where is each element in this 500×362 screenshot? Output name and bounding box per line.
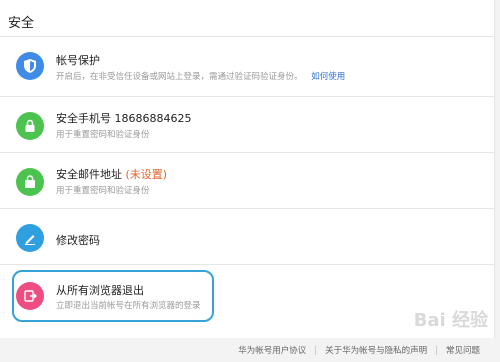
item-title-text: 安全邮件地址: [56, 168, 122, 181]
security-panel: 安全 帐号保护 开启后，在非受信任设备或网站上登录，需通过验证码验证身份。 如何…: [0, 0, 495, 338]
divider: [0, 96, 494, 97]
shield-icon: [16, 52, 44, 80]
item-title: 安全邮件地址 (未设置): [56, 166, 167, 182]
bag-icon: [16, 168, 44, 196]
divider: [0, 36, 494, 37]
item-desc: 开启后，在非受信任设备或网站上登录，需通过验证码验证身份。 如何使用: [56, 70, 345, 82]
security-phone-item[interactable]: 安全手机号 18686884625 用于重置密码和验证身份: [0, 98, 494, 156]
section-title: 安全: [8, 16, 35, 31]
footer-links: 华为帐号用户协议 | 关于华为帐号与隐私的声明 | 常见问题: [230, 344, 488, 356]
item-title: 安全手机号 18686884625: [56, 112, 192, 125]
divider: [0, 208, 494, 209]
security-email-item[interactable]: 安全邮件地址 (未设置) 用于重置密码和验证身份: [0, 154, 494, 212]
change-password-item[interactable]: 修改密码: [0, 210, 494, 268]
lock-icon: [16, 112, 44, 140]
status-badge: (未设置): [125, 168, 168, 181]
user-agreement-link[interactable]: 华为帐号用户协议: [230, 346, 314, 356]
divider: [0, 152, 494, 153]
account-protection-item[interactable]: 帐号保护 开启后，在非受信任设备或网站上登录，需通过验证码验证身份。 如何使用: [0, 40, 494, 98]
item-desc-text: 开启后，在非受信任设备或网站上登录，需通过验证码验证身份。: [56, 72, 303, 82]
item-title: 修改密码: [56, 234, 100, 247]
how-to-use-link[interactable]: 如何使用: [311, 72, 345, 82]
item-title: 帐号保护: [56, 54, 100, 67]
faq-link[interactable]: 常见问题: [438, 346, 488, 356]
pencil-icon: [16, 224, 44, 252]
baidu-watermark: Bai 经验: [413, 310, 488, 331]
item-desc: 用于重置密码和验证身份: [56, 130, 150, 140]
footer: 华为帐号用户协议 | 关于华为帐号与隐私的声明 | 常见问题: [0, 338, 500, 362]
highlight-outline: [12, 270, 214, 322]
divider: [0, 264, 494, 265]
item-desc: 用于重置密码和验证身份: [56, 186, 150, 196]
privacy-statement-link[interactable]: 关于华为帐号与隐私的声明: [317, 346, 435, 356]
